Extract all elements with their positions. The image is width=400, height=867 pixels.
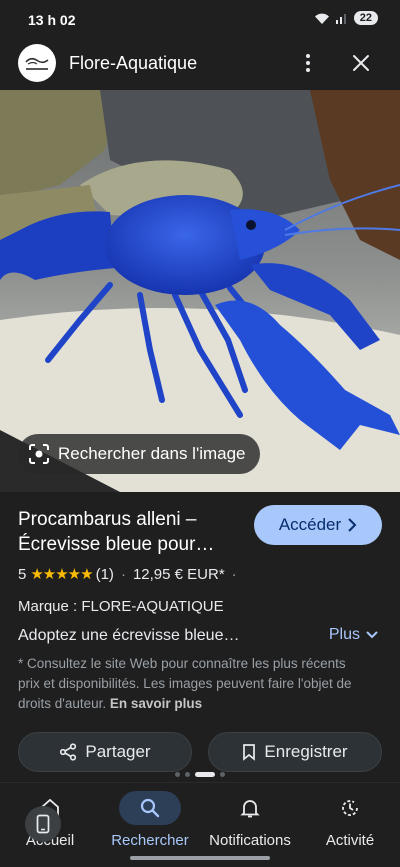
history-icon	[342, 800, 358, 816]
nav-notifications-icon-wrap	[219, 791, 281, 825]
chevron-down-icon	[366, 631, 378, 639]
share-label: Partager	[85, 742, 151, 761]
product-title[interactable]: Procambarus alleni – Écrevisse bleue pou…	[18, 507, 248, 557]
rating-row: 5 ★★★★★ (1) · 12,95 € EUR* ·	[18, 565, 244, 584]
crayfish-photo	[0, 90, 400, 492]
status-time: 13 h 02	[28, 12, 76, 28]
site-name[interactable]: Flore-Aquatique	[69, 53, 197, 74]
nav-activity[interactable]: Activité	[300, 791, 400, 861]
phone-icon	[36, 814, 50, 834]
more-options-dot	[306, 61, 310, 65]
wifi-icon	[314, 13, 329, 24]
lens-icon	[29, 444, 49, 464]
pager-dot	[220, 771, 225, 777]
nav-search[interactable]: Rechercher	[100, 791, 200, 861]
share-button[interactable]: Partager	[18, 732, 192, 772]
more-button[interactable]: Plus	[329, 626, 378, 644]
product-image[interactable]: Rechercher dans l'image	[0, 90, 400, 492]
share-icon	[60, 743, 77, 761]
save-button[interactable]: Enregistrer	[208, 732, 382, 772]
separator: ·	[120, 565, 126, 583]
nav-search-label: Rechercher	[111, 832, 189, 849]
product-title-line1: Procambarus alleni –	[18, 509, 197, 530]
price: 12,95 € EUR*	[132, 565, 225, 583]
site-logo-image	[25, 57, 49, 70]
chevron-right-icon	[348, 518, 357, 532]
product-panel: Procambarus alleni – Écrevisse bleue pou…	[0, 492, 400, 782]
bookmark-icon	[243, 744, 256, 761]
nav-search-icon-wrap	[119, 791, 181, 825]
separator: ·	[231, 565, 237, 583]
pager-dot-active	[195, 771, 215, 777]
close-icon[interactable]	[348, 50, 374, 76]
search-icon	[140, 798, 160, 818]
visit-label: Accéder	[278, 515, 342, 534]
pager-dot	[185, 771, 190, 777]
visit-button[interactable]: Accéder	[254, 505, 382, 545]
product-description: Adoptez une écrevisse bleue…	[18, 627, 240, 644]
site-logo[interactable]	[18, 44, 56, 82]
more-options-dot	[306, 68, 310, 72]
star-rating-icon: ★★★★★	[30, 566, 93, 583]
bell-icon	[240, 800, 260, 818]
disclaimer: * Consultez le site Web pour connaître l…	[18, 654, 358, 714]
signal-icon	[335, 13, 346, 24]
product-title-line2: Écrevisse bleue pour…	[18, 534, 215, 555]
search-in-image-label: Rechercher dans l'image	[58, 444, 246, 463]
search-in-image-button[interactable]: Rechercher dans l'image	[18, 434, 260, 474]
rating-value: 5	[18, 565, 27, 583]
learn-more-link[interactable]: En savoir plus	[110, 696, 202, 711]
action-buttons: Partager Enregistrer	[18, 732, 382, 772]
carousel-pager	[0, 768, 400, 780]
status-bar: 13 h 02 22	[0, 0, 400, 40]
more-label: Plus	[328, 626, 360, 643]
nav-notifications[interactable]: Notifications	[200, 791, 300, 861]
more-options-icon	[306, 54, 310, 58]
nav-activity-label: Activité	[325, 832, 375, 849]
review-count: (1)	[95, 565, 114, 583]
battery-indicator: 22	[353, 11, 378, 25]
nav-notifications-label: Notifications	[209, 832, 291, 849]
save-label: Enregistrer	[264, 742, 348, 761]
floating-bubble-button[interactable]	[25, 806, 61, 842]
gesture-home-bar[interactable]	[130, 856, 270, 860]
pager-dot	[175, 771, 180, 777]
result-header: Flore-Aquatique	[0, 40, 400, 90]
more-options-button[interactable]	[300, 50, 316, 76]
brand: Marque : FLORE-AQUATIQUE	[18, 598, 224, 615]
status-icons: 22	[314, 11, 378, 25]
nav-activity-icon-wrap	[319, 791, 381, 825]
